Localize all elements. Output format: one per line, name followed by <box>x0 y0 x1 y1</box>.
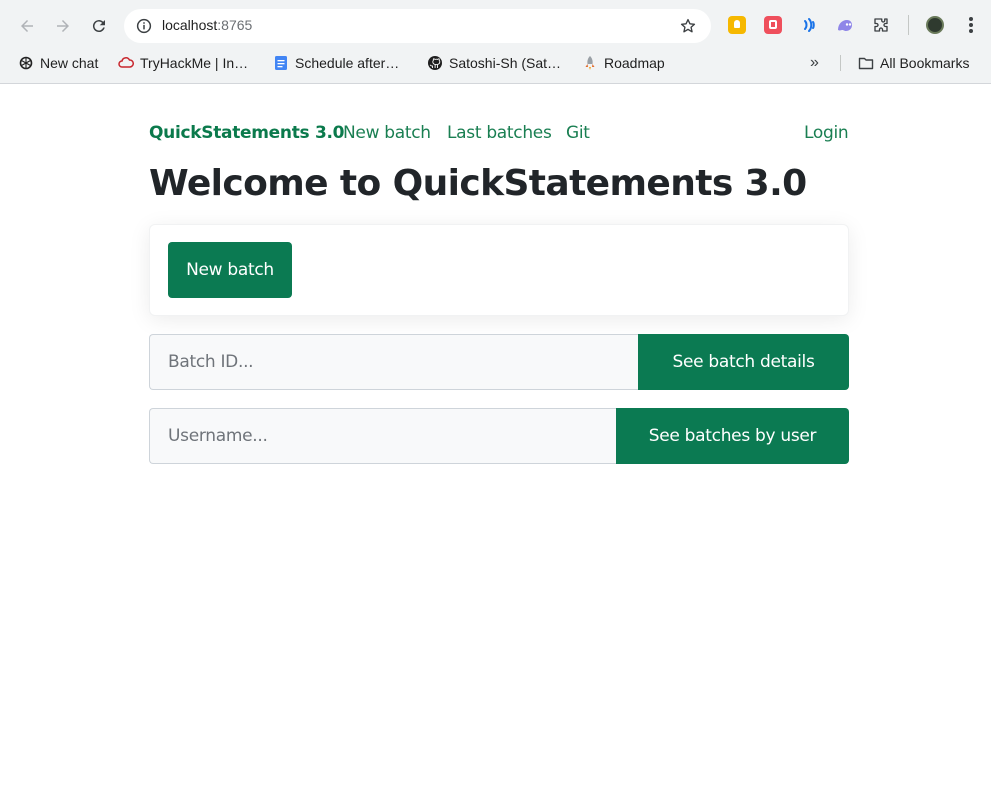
site-navbar: QuickStatements 3.0 New batch Last batch… <box>149 121 849 151</box>
navbar-brand[interactable]: QuickStatements 3.0 <box>149 123 344 143</box>
profile-avatar-icon[interactable] <box>926 16 944 34</box>
new-batch-card: New batch <box>149 224 849 316</box>
keep-extension-icon[interactable] <box>728 16 746 34</box>
all-bookmarks-button[interactable]: All Bookmarks <box>858 53 969 73</box>
wave-extension-icon[interactable] <box>800 16 818 34</box>
username-input[interactable] <box>149 408 616 464</box>
github-icon <box>428 56 442 70</box>
site-info-icon[interactable] <box>135 17 153 35</box>
ghost-extension-icon[interactable] <box>836 16 854 34</box>
toolbar-divider <box>908 15 909 35</box>
nav-link-last-batches[interactable]: Last batches <box>447 123 552 143</box>
extensions-puzzle-icon[interactable] <box>872 16 890 34</box>
bookmark-github[interactable]: Satoshi-Sh (Sat… <box>427 53 561 73</box>
new-batch-button[interactable]: New batch <box>168 242 292 298</box>
username-form: See batches by user <box>149 408 849 464</box>
more-menu-icon[interactable] <box>964 14 978 36</box>
tryhackme-icon <box>118 57 134 68</box>
address-bar[interactable]: localhost:8765 <box>124 9 711 43</box>
back-icon[interactable] <box>14 13 40 39</box>
bookmark-star-icon[interactable] <box>679 17 697 35</box>
batch-id-input[interactable] <box>149 334 638 390</box>
folder-icon <box>858 57 874 70</box>
rocket-icon <box>585 56 595 70</box>
bookmarks-bar: New chat TryHackMe | In… Schedule after…… <box>0 50 991 76</box>
reload-icon[interactable] <box>86 13 112 39</box>
openai-icon <box>19 56 33 70</box>
bookmarks-divider <box>840 55 841 71</box>
more-bookmarks-chevron-icon[interactable]: » <box>810 53 819 73</box>
bookmark-tryhackme[interactable]: TryHackMe | In… <box>118 53 248 73</box>
pocket-extension-icon[interactable] <box>764 16 782 34</box>
browser-chrome: localhost:8765 New chat TryHackMe | In… … <box>0 0 991 84</box>
google-docs-icon <box>275 56 287 70</box>
nav-link-git[interactable]: Git <box>566 123 590 143</box>
see-batches-by-user-button[interactable]: See batches by user <box>616 408 849 464</box>
page-content: QuickStatements 3.0 New batch Last batch… <box>5 85 991 812</box>
bookmark-schedule[interactable]: Schedule after… <box>273 53 399 73</box>
nav-link-new-batch[interactable]: New batch <box>343 123 431 143</box>
bookmark-roadmap[interactable]: Roadmap <box>582 53 665 73</box>
login-link[interactable]: Login <box>804 123 849 143</box>
browser-toolbar: localhost:8765 <box>0 0 991 50</box>
page-title: Welcome to QuickStatements 3.0 <box>149 163 807 204</box>
bookmark-new-chat[interactable]: New chat <box>18 53 98 73</box>
batch-id-form: See batch details <box>149 334 849 390</box>
url-text: localhost:8765 <box>162 17 253 33</box>
forward-icon[interactable] <box>50 13 76 39</box>
see-batch-details-button[interactable]: See batch details <box>638 334 849 390</box>
